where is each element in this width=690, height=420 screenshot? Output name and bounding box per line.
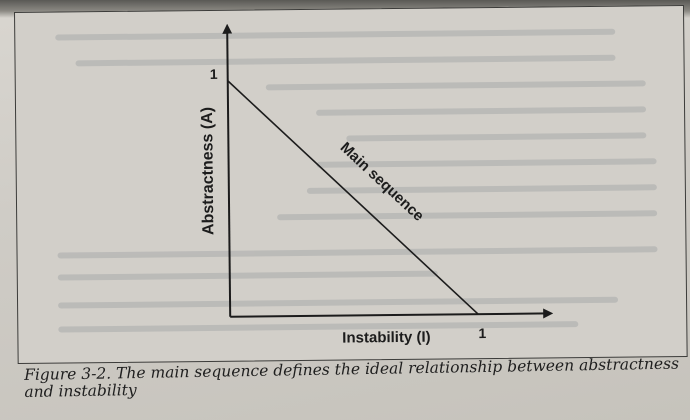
x-axis-label: Instability (I) bbox=[342, 329, 431, 347]
main-sequence-line bbox=[227, 80, 479, 315]
series-label-main-sequence: Main sequence bbox=[337, 139, 427, 225]
y-tick-label: 1 bbox=[210, 66, 218, 82]
x-tick-label: 1 bbox=[478, 325, 486, 341]
y-axis-label: Abstractness (A) bbox=[199, 107, 217, 235]
main-sequence-chart: 1 1 Abstractness (A) Instability (I) Mai… bbox=[199, 23, 554, 347]
x-axis bbox=[230, 308, 554, 319]
y-axis bbox=[222, 23, 233, 317]
figure-box: 1 1 Abstractness (A) Instability (I) Mai… bbox=[14, 4, 688, 364]
book-page: 1 1 Abstractness (A) Instability (I) Mai… bbox=[0, 0, 690, 420]
